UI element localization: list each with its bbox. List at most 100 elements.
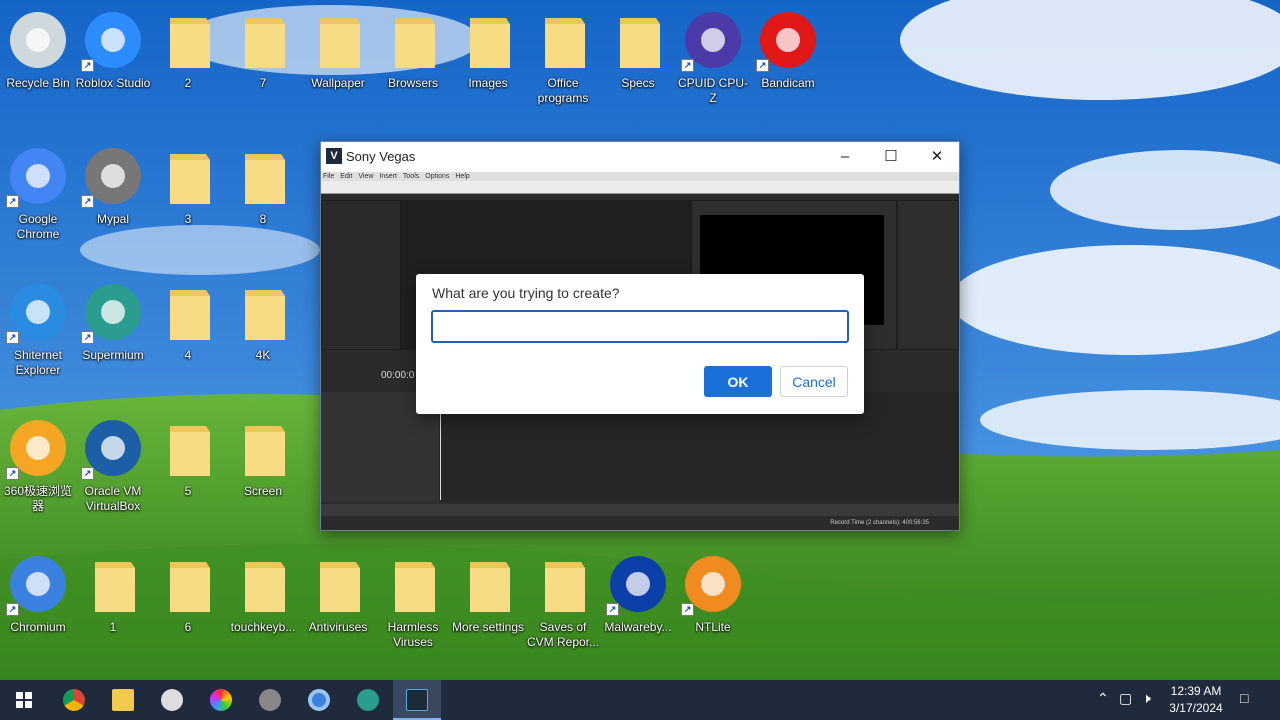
maximize-button[interactable]: ☐ [868,142,914,172]
desktop-icon[interactable]: ↗ Chromium [0,544,76,674]
desktop-icon-label: 4K [255,348,271,362]
menu-view[interactable]: View [358,173,373,180]
shortcut-arrow-icon: ↗ [681,603,694,616]
bandicam-icon: ↗ [756,8,820,72]
minimize-button[interactable]: – [822,142,868,172]
ok-button[interactable]: OK [704,366,772,397]
desktop-icon[interactable]: More settings [450,544,526,674]
desktop-icon[interactable]: Specs [600,0,676,130]
desktop-icon[interactable]: 2 [150,0,226,130]
menu-insert[interactable]: Insert [379,173,397,180]
desktop-icon[interactable]: ↗ Google Chrome [0,136,76,266]
master-bus-pane[interactable] [897,200,959,350]
mypal-icon[interactable] [246,680,294,720]
network-icon[interactable]: ▢ [1119,690,1132,707]
desktop-icon-label: Google Chrome [16,212,60,241]
desktop-icon[interactable]: ↗ Bandicam [750,0,826,130]
folder-icon [231,416,295,480]
desktop-icon[interactable]: 5 [150,408,226,538]
timecode: 00:00:0 [381,370,415,381]
answer-input[interactable] [431,310,849,343]
chrome-icon[interactable] [50,680,98,720]
desktop-icon-label: 1 [109,620,117,634]
desktop-icon-label: Wallpaper [311,76,365,90]
desktop-icon[interactable]: 4K [225,272,301,402]
transport-bar[interactable] [321,504,959,516]
desktop-icon-label: Screen [243,484,283,498]
shortcut-arrow-icon: ↗ [6,467,19,480]
desktop-icon[interactable]: 4 [150,272,226,402]
desktop-icon[interactable]: ↗ Supermium [75,272,151,402]
paint-icon[interactable] [148,680,196,720]
desktop-icon[interactable]: ↗ Oracle VM VirtualBox [75,408,151,538]
shortcut-arrow-icon: ↗ [606,603,619,616]
explorer-tree-pane[interactable] [321,200,401,350]
desktop-icon[interactable]: Screen [225,408,301,538]
desktop-icon[interactable]: Recycle Bin [0,0,76,130]
desktop-icon-label: 5 [184,484,192,498]
chevron-up-icon[interactable]: ⌃ [1097,690,1109,707]
desktop-icon-label: Bandicam [761,76,815,90]
folder-icon [156,144,220,208]
desktop-icon-label: Malwareby... [604,620,672,634]
shortcut-arrow-icon: ↗ [681,59,694,72]
sony-vegas-app-icon: V [326,148,342,164]
desktop-icon[interactable]: ↗ Mypal [75,136,151,266]
folder-icon [606,8,670,72]
menu-tools[interactable]: Tools [403,173,419,180]
desktop-icon[interactable]: ↗ CPUID CPU-Z [675,0,751,130]
menu-options[interactable]: Options [425,173,449,180]
desktop-icon[interactable]: Office programs [525,0,601,130]
shortcut-arrow-icon: ↗ [6,603,19,616]
menu-file[interactable]: File [323,173,334,180]
desktop-icon-label: 4 [184,348,192,362]
folder-icon [231,8,295,72]
close-button[interactable]: ✕ [914,142,960,172]
volume-muted-icon[interactable]: 🕨 [1142,690,1151,707]
sony-vegas-icon[interactable] [393,680,441,720]
desktop-icon-label: 360极速浏览器 [3,484,73,513]
desktop-icon-label: Oracle VM VirtualBox [84,484,142,513]
menu-edit[interactable]: Edit [340,173,352,180]
desktop-icon[interactable]: 6 [150,544,226,674]
desktop-icon[interactable]: Antiviruses [300,544,376,674]
desktop-icon[interactable]: Images [450,0,526,130]
desktop-icon[interactable]: 8 [225,136,301,266]
main-toolbar[interactable] [321,181,959,194]
desktop-icon[interactable]: ↗ Shiternet Explorer [0,272,76,402]
desktop-icon[interactable]: ↗ Malwareby... [600,544,676,674]
desktop-icon-label: 2 [184,76,192,90]
folder-icon [81,552,145,616]
file-explorer-icon[interactable] [99,680,147,720]
360-browser-icon[interactable] [197,680,245,720]
clock-date: 3/17/2024 [1169,701,1223,715]
desktop-icon[interactable]: 7 [225,0,301,130]
desktop-icon-label: Supermium [82,348,144,362]
desktop-icon-label: Specs [621,76,655,90]
desktop-icon[interactable]: Harmless Viruses [375,544,451,674]
supermium-icon[interactable] [344,680,392,720]
desktop-icon-label: 6 [184,620,192,634]
desktop-icon[interactable]: Browsers [375,0,451,130]
menu-help[interactable]: Help [455,173,469,180]
notifications-icon[interactable]: □ [1240,690,1248,706]
desktop-icon-label: Shiternet Explorer [13,348,63,377]
desktop-icon[interactable]: ↗ NTLite [675,544,751,674]
windows-start-icon[interactable] [0,680,48,720]
chromium-icon[interactable] [295,680,343,720]
desktop-icon[interactable]: Wallpaper [300,0,376,130]
cancel-button[interactable]: Cancel [780,366,848,397]
desktop-icon[interactable]: 1 [75,544,151,674]
desktop-icon[interactable]: ↗ 360极速浏览器 [0,408,76,538]
desktop-icon[interactable]: ↗ Roblox Studio [75,0,151,130]
desktop-icon-label: Antiviruses [308,620,368,634]
360-browser-icon: ↗ [6,416,70,480]
desktop-icon[interactable]: touchkeyb... [225,544,301,674]
desktop-icon[interactable]: Saves of CVM Repor... [525,544,601,674]
ntlite-icon: ↗ [681,552,745,616]
clock[interactable]: 12:39 AM 3/17/2024 [1160,683,1232,717]
malwarebytes-icon: ↗ [606,552,670,616]
desktop-icon-label: touchkeyb... [230,620,296,634]
window-titlebar[interactable]: V Sony Vegas – ☐ ✕ [321,142,959,172]
desktop-icon[interactable]: 3 [150,136,226,266]
